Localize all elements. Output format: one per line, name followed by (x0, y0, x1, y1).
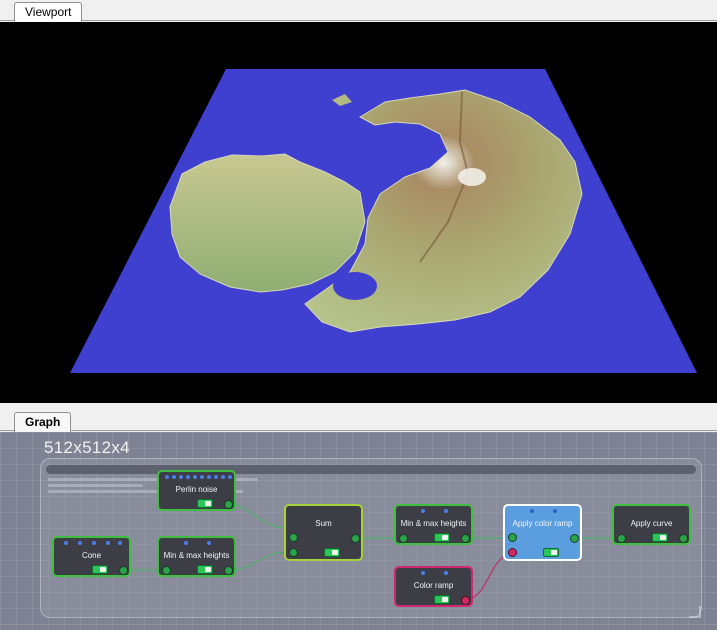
parameter-dot (221, 475, 225, 479)
node-apply-curve[interactable]: Apply curve (612, 504, 691, 545)
input-port[interactable] (508, 533, 517, 542)
input-port[interactable] (289, 548, 298, 557)
parameter-dot (207, 475, 211, 479)
lagoon (333, 272, 377, 300)
node-title: Color ramp (413, 581, 454, 590)
graph-tabstrip: Graph (0, 410, 717, 432)
output-port[interactable] (461, 596, 470, 605)
output-port[interactable] (570, 534, 579, 543)
node-title: Min & max heights (163, 551, 230, 560)
terrain-render (70, 69, 697, 373)
parameter-dot (172, 475, 176, 479)
preview-toggle[interactable] (543, 548, 559, 557)
parameter-dot (421, 571, 425, 575)
node-title: Min & max heights (400, 519, 467, 528)
parameter-dot (421, 509, 425, 513)
parameter-dot (200, 475, 204, 479)
node-title: Sum (315, 519, 332, 528)
parameter-dot (207, 541, 211, 545)
preview-toggle[interactable] (434, 533, 450, 542)
parameter-dot (553, 509, 557, 513)
parameter-dot (186, 475, 190, 479)
node-apply-color-ramp[interactable]: Apply color ramp (503, 504, 582, 561)
node-color-ramp[interactable]: Color ramp (394, 566, 473, 607)
node-sum[interactable]: Sum (284, 504, 363, 561)
node-title: Perlin noise (175, 485, 218, 494)
tab-viewport[interactable]: Viewport (14, 2, 83, 22)
wire-perlin-to-sum (232, 503, 289, 529)
parameter-dot (106, 541, 110, 545)
parameter-dot (64, 541, 68, 545)
viewport-tabstrip: Viewport (0, 0, 717, 22)
tab-graph[interactable]: Graph (14, 412, 72, 432)
input-port[interactable] (617, 534, 626, 543)
output-port[interactable] (351, 534, 360, 543)
node-perlin-noise[interactable]: Perlin noise (157, 470, 236, 511)
parameter-dot (179, 475, 183, 479)
parameter-dot (118, 541, 122, 545)
parameter-dot (444, 509, 448, 513)
parameter-dot (184, 541, 188, 545)
wire-minmax-to-sum (232, 551, 289, 571)
preview-toggle[interactable] (197, 499, 213, 508)
node-title: Apply curve (630, 519, 673, 528)
parameter-dot (165, 475, 169, 479)
node-min-max-heights-1[interactable]: Min & max heights (157, 536, 236, 577)
preview-toggle[interactable] (197, 565, 213, 574)
resize-grip-icon[interactable] (689, 606, 701, 618)
parameter-dot (228, 475, 232, 479)
preview-toggle[interactable] (434, 595, 450, 604)
parameter-dot (78, 541, 82, 545)
node-cone[interactable]: Cone (52, 536, 131, 577)
viewport-3d[interactable] (0, 22, 717, 403)
preview-toggle[interactable] (92, 565, 108, 574)
preview-toggle[interactable] (652, 533, 668, 542)
input-port[interactable] (162, 566, 171, 575)
output-port[interactable] (461, 534, 470, 543)
output-port[interactable] (679, 534, 688, 543)
parameter-dot (214, 475, 218, 479)
parameter-dot (92, 541, 96, 545)
input-port[interactable] (399, 534, 408, 543)
snow-peak (458, 168, 486, 186)
input-port[interactable] (508, 548, 517, 557)
preview-toggle[interactable] (324, 548, 340, 557)
parameter-dot (193, 475, 197, 479)
output-port[interactable] (119, 566, 128, 575)
parameter-dot (530, 509, 534, 513)
output-port[interactable] (224, 500, 233, 509)
node-min-max-heights-2[interactable]: Min & max heights (394, 504, 473, 545)
wire-ramp-to-apply (467, 552, 511, 601)
parameter-dot (444, 571, 448, 575)
node-graph-canvas[interactable]: 512x512x4 Perlin noise Cone Min & max he… (0, 432, 717, 630)
node-title: Apply color ramp (512, 519, 573, 528)
output-port[interactable] (224, 566, 233, 575)
node-title: Cone (81, 551, 102, 560)
input-port[interactable] (289, 533, 298, 542)
